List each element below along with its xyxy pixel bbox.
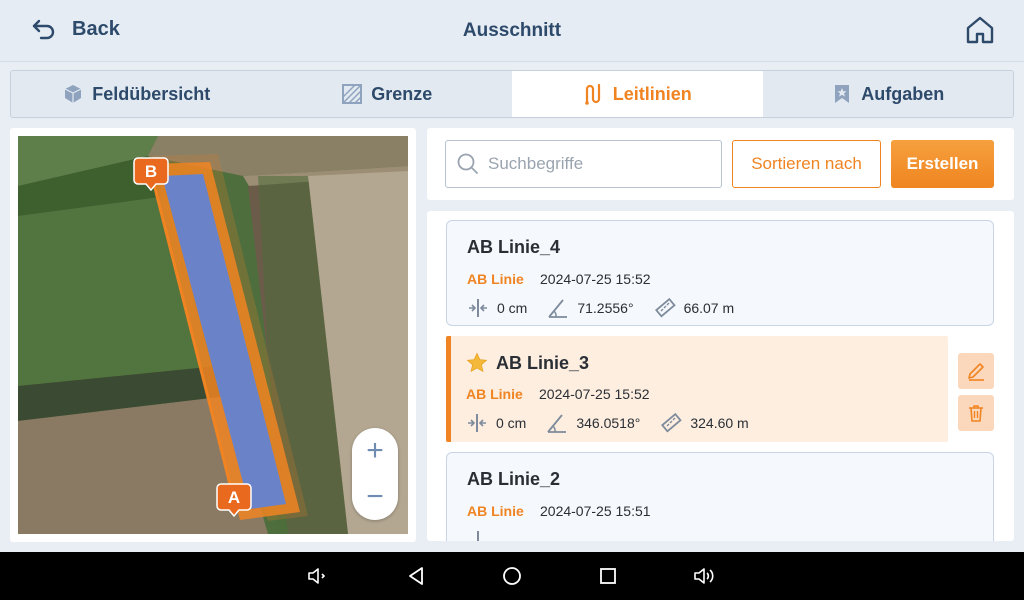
- edit-button[interactable]: [958, 353, 994, 389]
- line-name-text: AB Linie_4: [467, 237, 561, 257]
- tab-label: Leitlinien: [612, 83, 692, 104]
- create-button[interactable]: Erstellen: [891, 140, 994, 188]
- offset-metric: 0 cm: [466, 412, 526, 434]
- line-date: 2024-07-25 15:52: [539, 386, 650, 402]
- recents-nav-icon[interactable]: [596, 564, 620, 588]
- zoom-in-button[interactable]: +: [352, 428, 398, 474]
- angle-metric: 71.2556°: [547, 297, 634, 319]
- list-item[interactable]: AB Linie_2 AB Linie 2024-07-25 15:51: [446, 452, 994, 541]
- guidance-lines-icon: [584, 83, 600, 105]
- line-name-text: AB Linie_3: [496, 352, 590, 373]
- page-title: Ausschnitt: [462, 20, 562, 41]
- delete-button[interactable]: [958, 395, 994, 431]
- line-name: AB Linie_3: [466, 352, 589, 374]
- guidance-line-list: AB Linie_4 AB Linie 2024-07-25 15:52 0 c…: [427, 211, 1014, 541]
- ruler-icon: [654, 297, 676, 318]
- length-value: 324.60 m: [690, 415, 749, 431]
- angle-metric: 346.0518°: [546, 412, 640, 434]
- angle-value: 71.2556°: [577, 300, 634, 316]
- line-metrics: [467, 529, 509, 541]
- search-icon: [457, 153, 478, 174]
- satellite-map[interactable]: B A + −: [18, 136, 408, 534]
- home-nav-icon[interactable]: [500, 564, 524, 588]
- tab-label: Aufgaben: [861, 83, 945, 104]
- zoom-control: + −: [352, 428, 398, 520]
- offset-icon: [477, 531, 479, 541]
- line-metrics: 0 cm 346.0518° 324.60 m: [466, 412, 769, 434]
- line-type: AB Linie: [467, 503, 524, 519]
- list-item[interactable]: AB Linie_4 AB Linie 2024-07-25 15:52 0 c…: [446, 220, 994, 326]
- length-metric: 324.60 m: [660, 412, 749, 434]
- angle-value: 346.0518°: [576, 415, 641, 431]
- tab-aufgaben[interactable]: Aufgaben: [763, 71, 1014, 117]
- line-date: 2024-07-25 15:51: [540, 503, 651, 519]
- length-value: 66.07 m: [683, 300, 735, 316]
- offset-value: 0 cm: [497, 300, 528, 316]
- search-toolbar: Sortieren nach Erstellen: [427, 128, 1014, 200]
- tab-bar: Feldübersicht Grenze Leitlinien Aufgaben: [10, 70, 1014, 118]
- satellite-imagery: B A: [18, 136, 408, 534]
- back-nav-icon[interactable]: [404, 564, 428, 588]
- cube-icon: [64, 85, 82, 103]
- line-name-text: AB Linie_2: [467, 469, 561, 489]
- list-item-selected[interactable]: AB Linie_3 AB Linie 2024-07-25 15:52 0 c…: [446, 336, 948, 442]
- offset-metric: 0 cm: [467, 297, 527, 319]
- system-nav-bar: [0, 552, 1024, 600]
- search-input[interactable]: [488, 154, 708, 174]
- line-type: AB Linie: [466, 386, 523, 402]
- line-date: 2024-07-25 15:52: [540, 271, 651, 287]
- line-metrics: 0 cm 71.2556° 66.07 m: [467, 297, 754, 319]
- tab-label: Feldübersicht: [92, 83, 211, 104]
- line-name: AB Linie_4: [467, 237, 560, 258]
- tab-feldubersicht[interactable]: Feldübersicht: [11, 71, 262, 117]
- ruler-icon: [661, 412, 683, 433]
- tab-label: Grenze: [371, 83, 433, 104]
- line-name: AB Linie_2: [467, 469, 560, 490]
- search-box[interactable]: [445, 140, 722, 188]
- length-metric: 66.07 m: [654, 297, 735, 319]
- marker-a-label: A: [228, 488, 240, 507]
- map-panel: B A + −: [10, 128, 416, 542]
- tab-grenze[interactable]: Grenze: [262, 71, 513, 117]
- top-bar: Back Ausschnitt: [0, 0, 1024, 62]
- offset-value: 0 cm: [496, 415, 527, 431]
- boundary-icon: [342, 84, 363, 104]
- sort-button[interactable]: Sortieren nach: [732, 140, 881, 188]
- trash-icon: [969, 405, 983, 422]
- marker-b-label: B: [145, 162, 157, 181]
- favorite-star-icon[interactable]: [466, 352, 488, 374]
- angle-icon: [548, 299, 568, 318]
- bookmark-icon: [835, 85, 850, 103]
- volume-down-icon[interactable]: [306, 564, 330, 588]
- tab-leitlinien[interactable]: Leitlinien: [512, 71, 763, 117]
- offset-metric: [467, 529, 489, 541]
- volume-up-icon[interactable]: [692, 564, 716, 588]
- pencil-icon: [968, 363, 984, 381]
- offset-icon: [469, 299, 487, 317]
- home-icon[interactable]: [964, 14, 996, 46]
- line-type: AB Linie: [467, 271, 524, 287]
- angle-icon: [547, 414, 567, 433]
- zoom-out-button[interactable]: −: [352, 474, 398, 520]
- offset-icon: [468, 414, 486, 432]
